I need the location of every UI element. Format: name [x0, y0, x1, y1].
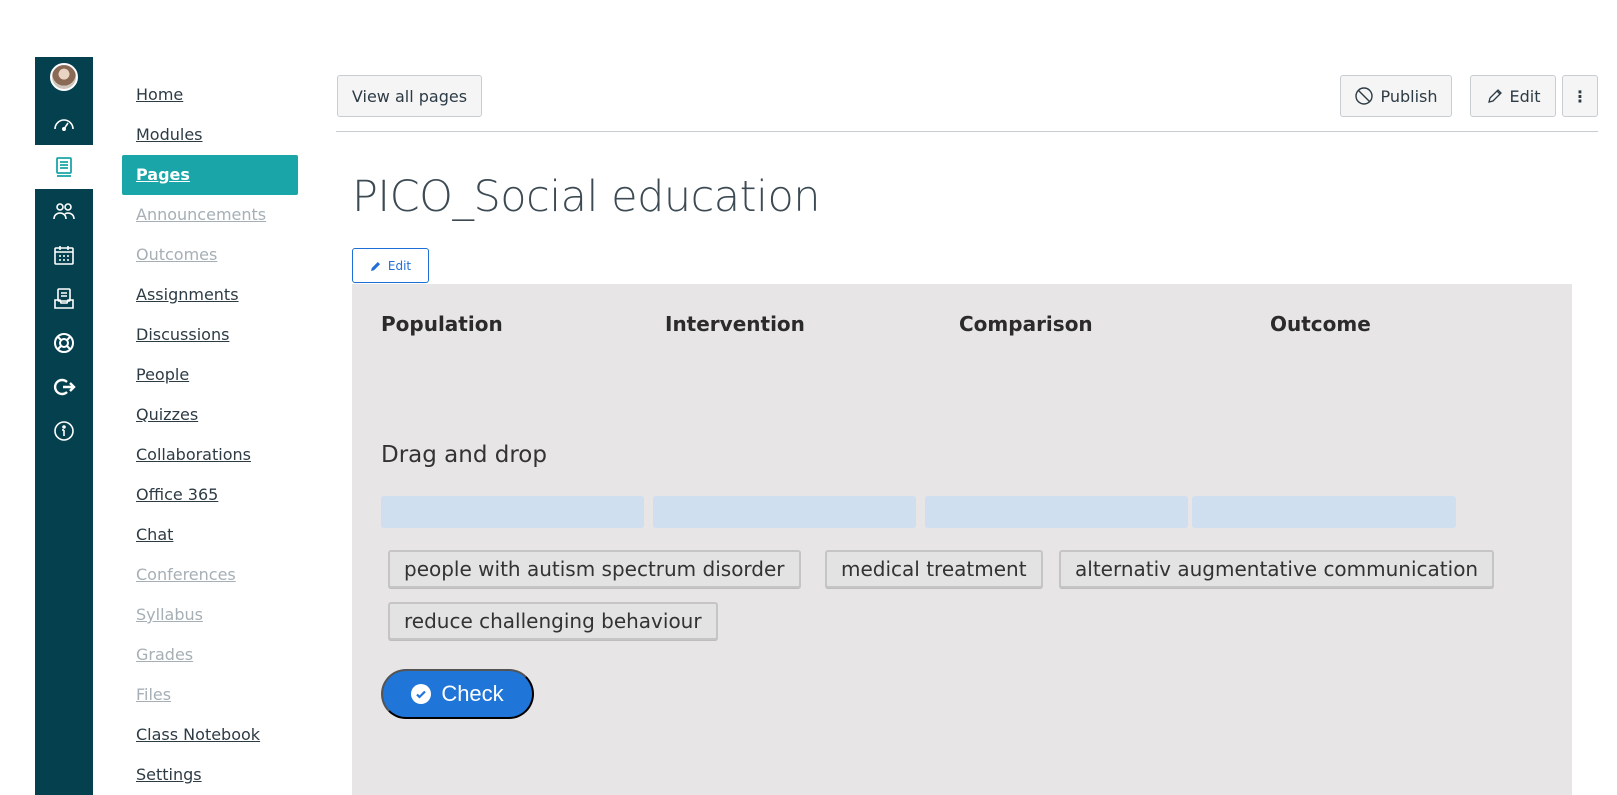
dropzone-intervention[interactable]: [653, 496, 916, 528]
dropzone-comparison[interactable]: [925, 496, 1188, 528]
info-icon: [54, 421, 74, 441]
view-all-pages-label: View all pages: [351, 86, 468, 106]
header-divider: [336, 131, 1598, 132]
edit-page-button[interactable]: Edit: [1470, 75, 1556, 117]
course-nav-settings[interactable]: Settings: [122, 755, 298, 795]
course-nav-files[interactable]: Files: [122, 675, 298, 715]
groups-icon: [53, 203, 75, 220]
column-header-outcome: Outcome: [1270, 312, 1371, 336]
course-nav-class-notebook[interactable]: Class Notebook: [122, 715, 298, 755]
course-nav-outcomes[interactable]: Outcomes: [122, 235, 298, 275]
groups-nav[interactable]: [35, 189, 93, 233]
avatar: [50, 63, 78, 91]
course-nav-grades[interactable]: Grades: [122, 635, 298, 675]
global-nav: [35, 57, 93, 795]
calendar-icon: [54, 246, 74, 265]
course-nav-pages[interactable]: Pages: [122, 155, 298, 195]
course-nav-quizzes[interactable]: Quizzes: [122, 395, 298, 435]
pencil-icon: [370, 261, 380, 271]
help-nav[interactable]: [35, 321, 93, 365]
column-header-comparison: Comparison: [959, 312, 1093, 336]
content-edit-button[interactable]: Edit: [352, 248, 429, 283]
account-avatar[interactable]: [35, 55, 93, 99]
course-nav-people[interactable]: People: [122, 355, 298, 395]
unpublished-icon: [1355, 87, 1374, 105]
course-nav-collaborations[interactable]: Collaborations: [122, 435, 298, 475]
edit-page-label: Edit: [1509, 86, 1541, 106]
course-nav-assignments[interactable]: Assignments: [122, 275, 298, 315]
column-header-population: Population: [381, 312, 503, 336]
more-options-button[interactable]: ⋮: [1562, 75, 1598, 117]
help-icon: [54, 333, 74, 353]
check-button[interactable]: Check: [381, 669, 534, 719]
info-nav[interactable]: [35, 409, 93, 453]
logout-nav[interactable]: [35, 365, 93, 409]
course-nav-discussions[interactable]: Discussions: [122, 315, 298, 355]
drag-drop-activity: Population Intervention Comparison Outco…: [352, 284, 1572, 795]
view-all-pages-button[interactable]: View all pages: [337, 75, 482, 117]
course-nav-modules[interactable]: Modules: [122, 115, 298, 155]
course-nav-announcements[interactable]: Announcements: [122, 195, 298, 235]
course-nav-home[interactable]: Home: [122, 75, 298, 115]
publish-label: Publish: [1380, 86, 1438, 106]
course-nav-conferences[interactable]: Conferences: [122, 555, 298, 595]
courses-icon: [56, 157, 72, 177]
draggable-chip[interactable]: medical treatment: [825, 550, 1043, 588]
course-nav: Home Modules Pages Announcements Outcome…: [122, 75, 298, 795]
dashboard-icon: [54, 119, 74, 131]
check-label: Check: [441, 681, 504, 706]
course-nav-chat[interactable]: Chat: [122, 515, 298, 555]
dashboard-nav[interactable]: [35, 101, 93, 145]
dropzone-outcome[interactable]: [1192, 496, 1456, 528]
dropzone-population[interactable]: [381, 496, 644, 528]
draggable-chip[interactable]: reduce challenging behaviour: [388, 602, 718, 640]
logout-icon: [53, 378, 76, 396]
publish-button[interactable]: Publish: [1340, 75, 1452, 117]
course-nav-syllabus[interactable]: Syllabus: [122, 595, 298, 635]
draggable-chip[interactable]: alternativ augmentative communication: [1059, 550, 1495, 588]
kebab-icon: ⋮: [1572, 86, 1588, 106]
course-nav-office-365[interactable]: Office 365: [122, 475, 298, 515]
check-circle-icon: [411, 684, 432, 704]
page-title: PICO_Social education: [352, 172, 821, 222]
courses-nav[interactable]: [35, 145, 93, 189]
inbox-nav[interactable]: [35, 277, 93, 321]
column-header-intervention: Intervention: [665, 312, 805, 336]
drag-and-drop-title: Drag and drop: [381, 442, 547, 468]
pencil-icon: [1487, 89, 1502, 103]
content-edit-label: Edit: [387, 258, 412, 273]
draggable-chip[interactable]: people with autism spectrum disorder: [388, 550, 801, 588]
inbox-icon: [54, 288, 74, 309]
calendar-nav[interactable]: [35, 233, 93, 277]
